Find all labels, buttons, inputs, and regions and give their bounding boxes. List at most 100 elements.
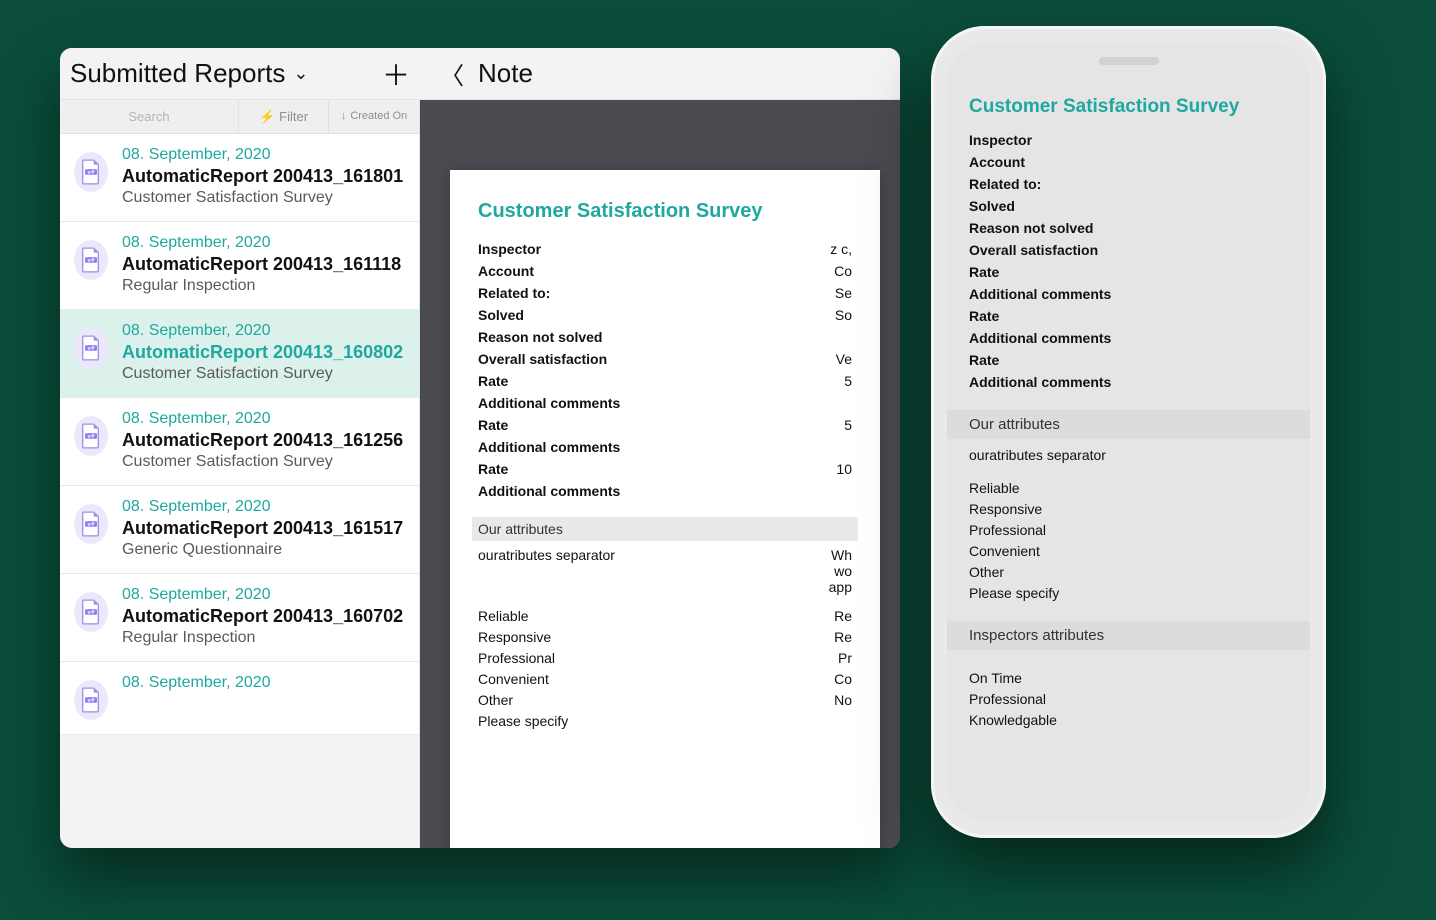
svg-text:pdf: pdf (87, 521, 95, 526)
field-label: Additional comments (478, 439, 620, 455)
mobile-attr: Convenient (969, 543, 1288, 559)
doc-field-row: Reason not solved (478, 329, 852, 345)
doc-attr-row: Convenient Co (478, 671, 852, 687)
mobile-field: Overall satisfaction (969, 242, 1288, 258)
field-label: Inspector (478, 241, 541, 257)
field-label: Related to: (478, 285, 550, 301)
svg-text:pdf: pdf (87, 345, 95, 350)
doc-attr-row: ReliableRe (478, 608, 852, 624)
phone-mock: Customer Satisfaction Survey InspectorAc… (931, 26, 1326, 838)
report-date: 08. September, 2020 (122, 322, 407, 340)
svg-text:pdf: pdf (87, 169, 95, 174)
doc-attr-row: OtherNo (478, 692, 852, 708)
doc-field-row: Rate5 (478, 373, 852, 389)
mobile-section-inspector-attributes: Inspectors attributes (947, 621, 1310, 650)
report-name: AutomaticReport 200413_161118 (122, 254, 407, 275)
back-button[interactable]: 〈 (440, 56, 464, 91)
svg-text:pdf: pdf (87, 257, 95, 262)
mobile-doc-title: Customer Satisfaction Survey (969, 96, 1288, 118)
report-name: AutomaticReport 200413_161256 (122, 430, 407, 451)
report-sub: Regular Inspection (122, 629, 407, 647)
report-item[interactable]: pdf08. September, 2020AutomaticReport 20… (60, 486, 419, 574)
field-label: Rate (478, 417, 508, 433)
report-name: AutomaticReport 200413_161801 (122, 166, 407, 187)
attr-label: Convenient (478, 671, 549, 687)
mobile-field: Additional comments (969, 374, 1288, 390)
report-sub: Customer Satisfaction Survey (122, 453, 407, 471)
doc-field-row: Rate10 (478, 461, 852, 477)
mobile-attr: Responsive (969, 501, 1288, 517)
field-value: z c, (830, 241, 852, 257)
svg-text:pdf: pdf (87, 433, 95, 438)
report-list: pdf08. September, 2020AutomaticReport 20… (60, 134, 419, 848)
doc-attr-row: ProfessionalPr (478, 650, 852, 666)
mobile-attr: Professional (969, 691, 1288, 707)
attr-value: Re (834, 629, 852, 645)
report-date: 08. September, 2020 (122, 498, 407, 516)
report-item[interactable]: pdf08. September, 2020AutomaticReport 20… (60, 574, 419, 662)
doc-field-row: SolvedSo (478, 307, 852, 323)
report-item[interactable]: pdf08. September, 2020 (60, 662, 419, 735)
speaker-icon (1099, 57, 1159, 65)
filter-button[interactable]: ⚡ Filter (239, 100, 329, 133)
document-preview: Customer Satisfaction Survey Inspector z … (450, 170, 880, 848)
doc-field-row: Account Co (478, 263, 852, 279)
pdf-icon: pdf (74, 328, 108, 368)
doc-field-row: Rate5 (478, 417, 852, 433)
report-item[interactable]: pdf08. September, 2020AutomaticReport 20… (60, 398, 419, 486)
mobile-attr: Reliable (969, 480, 1288, 496)
attr-label: Responsive (478, 629, 551, 645)
report-sub: Customer Satisfaction Survey (122, 189, 407, 207)
mobile-attr: On Time (969, 670, 1288, 686)
field-label: Rate (478, 461, 508, 477)
search-input[interactable]: Search (60, 100, 239, 133)
phone-screen: Customer Satisfaction Survey InspectorAc… (947, 42, 1310, 822)
svg-text:pdf: pdf (87, 609, 95, 614)
pdf-icon: pdf (74, 680, 108, 720)
mobile-attr-separator: ouratributes separator (969, 447, 1288, 463)
attr-value: Co (834, 671, 852, 687)
phone-notch (1049, 48, 1209, 74)
report-date: 08. September, 2020 (122, 146, 407, 164)
field-label: Rate (478, 373, 508, 389)
report-item[interactable]: pdf08. September, 2020AutomaticReport 20… (60, 310, 419, 398)
pdf-icon: pdf (74, 504, 108, 544)
report-sub: Customer Satisfaction Survey (122, 365, 407, 383)
field-value: Co (834, 263, 852, 279)
report-item[interactable]: pdf 08. September, 2020 AutomaticReport 20… (60, 222, 419, 310)
attr-separator-value: Wh wo app (829, 547, 852, 595)
mobile-section-our-attributes: Our attributes (947, 410, 1310, 439)
sidebar-title[interactable]: Submitted Reports (70, 58, 285, 89)
field-label: Overall satisfaction (478, 351, 607, 367)
mobile-field: Account (969, 154, 1288, 170)
sort-button[interactable]: ↓ Created On (329, 100, 419, 133)
chevron-down-icon[interactable]: ⌄ (293, 63, 308, 84)
field-label: Account (478, 263, 534, 279)
pdf-icon: pdf (74, 416, 108, 456)
mobile-field: Rate (969, 352, 1288, 368)
note-title: Note (478, 58, 533, 89)
add-button[interactable]: ＋ (382, 54, 410, 94)
doc-field-row: Inspector z c, (478, 241, 852, 257)
field-value: Se (835, 285, 852, 301)
doc-title: Customer Satisfaction Survey (478, 200, 852, 223)
attr-value: Pr (838, 650, 852, 666)
pdf-icon: pdf (74, 152, 108, 192)
note-preview-panel: Customer Satisfaction Survey Inspector z … (420, 100, 900, 848)
field-label: Reason not solved (478, 329, 602, 345)
sidebar-toolbar: Search ⚡ Filter ↓ Created On (60, 100, 419, 134)
svg-text:pdf: pdf (87, 697, 95, 702)
window-header: Submitted Reports ⌄ ＋ 〈 Note (60, 48, 900, 100)
field-value: So (835, 307, 852, 323)
doc-field-row: Additional comments (478, 483, 852, 499)
doc-attr-row: Responsive Re (478, 629, 852, 645)
attr-label: Other (478, 692, 513, 708)
report-item[interactable]: pdf 08. September, 2020 AutomaticReport 20… (60, 134, 419, 222)
bolt-icon: ⚡ (259, 109, 275, 125)
mobile-field: Additional comments (969, 286, 1288, 302)
mobile-attr: Please specify (969, 585, 1288, 601)
report-date: 08. September, 2020 (122, 234, 407, 252)
doc-field-row: Overall satisfactionVe (478, 351, 852, 367)
desktop-window: Submitted Reports ⌄ ＋ 〈 Note Search ⚡ Fi… (60, 48, 900, 848)
mobile-attr: Professional (969, 522, 1288, 538)
